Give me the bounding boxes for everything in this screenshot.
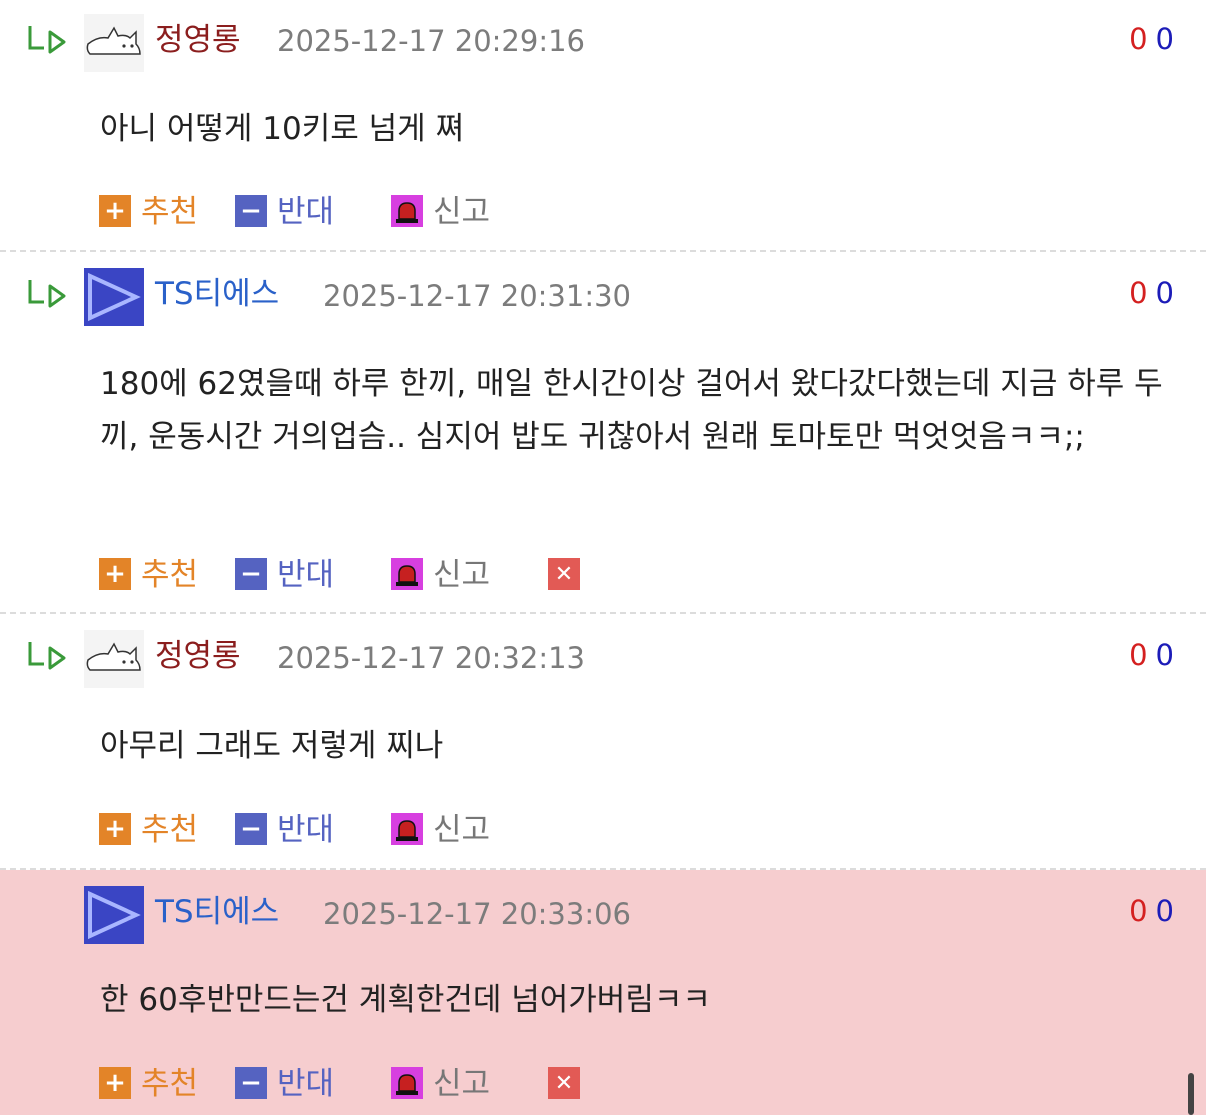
reply-arrow-icon [28,280,66,308]
comment-timestamp: 2025-12-17 20:32:13 [277,641,585,675]
avatar[interactable] [84,886,144,944]
minus-icon: − [235,813,267,845]
comment-actions: + 추천 − 반대 신고 ✕ [0,1058,700,1102]
oppose-label: 반대 [277,193,335,230]
vote-counts: 00 [1129,19,1174,59]
upvote-count: 0 [1129,22,1148,56]
downvote-count: 0 [1155,22,1174,56]
close-icon: ✕ [548,558,580,590]
comment-2: TS티에스 2025-12-17 20:31:30 00 180에 62였을때 … [0,252,1206,612]
avatar[interactable] [84,268,144,326]
cat-icon [86,642,141,671]
comment-author[interactable]: TS티에스 [155,274,279,314]
recommend-label: 추천 [141,556,199,593]
vote-counts: 00 [1129,891,1174,931]
plus-icon: + [99,558,131,590]
comment-4: TS티에스 2025-12-17 20:33:06 00 한 60후반만드는건 … [0,870,1206,1115]
avatar[interactable] [84,14,144,72]
upvote-count: 0 [1129,894,1148,928]
comment-timestamp: 2025-12-17 20:29:16 [277,24,585,58]
comment-actions: + 추천 − 반대 신고 [0,186,700,230]
report-label: 신고 [433,556,491,593]
recommend-label: 추천 [141,1065,199,1102]
report-button[interactable]: 신고 [391,804,490,848]
plus-icon: + [99,195,131,227]
recommend-button[interactable]: + 추천 [99,804,198,848]
cat-icon [86,26,141,55]
comment-timestamp: 2025-12-17 20:31:30 [323,279,631,313]
report-label: 신고 [433,1065,491,1102]
comment-1: 정영롱 2025-12-17 20:29:16 00 아니 어떻게 10키로 넘… [0,0,1206,250]
reply-arrow-icon [28,26,66,54]
report-label: 신고 [433,193,491,230]
minus-icon: − [235,195,267,227]
scrollbar[interactable] [1188,1073,1194,1115]
plus-icon: + [99,1067,131,1099]
recommend-button[interactable]: + 추천 [99,1058,198,1102]
report-button[interactable]: 신고 [391,186,490,230]
delete-button[interactable]: ✕ [548,549,580,593]
comment-author[interactable]: TS티에스 [155,892,279,932]
vote-counts: 00 [1129,635,1174,675]
recommend-button[interactable]: + 추천 [99,186,198,230]
report-button[interactable]: 신고 [391,549,490,593]
downvote-count: 0 [1155,276,1174,310]
comment-body: 아무리 그래도 저렇게 찌나 [100,728,444,764]
recommend-button[interactable]: + 추천 [99,549,198,593]
siren-icon [391,558,423,590]
comment-3: 정영롱 2025-12-17 20:32:13 00 아무리 그래도 저렇게 찌… [0,614,1206,868]
comment-body: 아니 어떻게 10키로 넘게 쪄 [100,111,465,147]
siren-icon [391,195,423,227]
vote-counts: 00 [1129,273,1174,313]
upvote-count: 0 [1129,638,1148,672]
close-icon: ✕ [548,1067,580,1099]
comment-body: 180에 62였을때 하루 한끼, 매일 한시간이상 걸어서 왔다갔다했는데 지… [100,366,1163,455]
comment-actions: + 추천 − 반대 신고 [0,804,700,848]
minus-icon: − [235,558,267,590]
comment-actions: + 추천 − 반대 신고 ✕ [0,549,700,593]
comment-author[interactable]: 정영롱 [155,20,241,60]
oppose-button[interactable]: − 반대 [235,549,334,593]
play-triangle-icon [88,890,141,940]
oppose-label: 반대 [277,556,335,593]
minus-icon: − [235,1067,267,1099]
report-label: 신고 [433,811,491,848]
comment-timestamp: 2025-12-17 20:33:06 [323,897,631,931]
downvote-count: 0 [1155,638,1174,672]
comment-author[interactable]: 정영롱 [155,636,241,676]
reply-arrow-icon [28,642,66,670]
siren-icon [391,1067,423,1099]
siren-icon [391,813,423,845]
oppose-button[interactable]: − 반대 [235,804,334,848]
report-button[interactable]: 신고 [391,1058,490,1102]
avatar[interactable] [84,630,144,688]
plus-icon: + [99,813,131,845]
recommend-label: 추천 [141,193,199,230]
oppose-button[interactable]: − 반대 [235,1058,334,1102]
downvote-count: 0 [1155,894,1174,928]
delete-button[interactable]: ✕ [548,1058,580,1102]
comment-body: 한 60후반만드는건 계획한건데 넘어가버림ㅋㅋ [100,982,711,1018]
recommend-label: 추천 [141,811,199,848]
play-triangle-icon [88,272,141,322]
upvote-count: 0 [1129,276,1148,310]
oppose-button[interactable]: − 반대 [235,186,334,230]
oppose-label: 반대 [277,811,335,848]
oppose-label: 반대 [277,1065,335,1102]
